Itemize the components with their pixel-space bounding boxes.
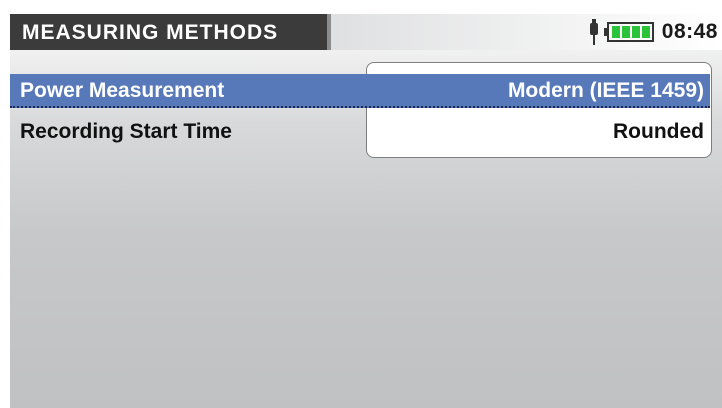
status-area: 08:48 bbox=[588, 14, 718, 50]
clock: 08:48 bbox=[661, 20, 718, 43]
setting-row-power-measurement[interactable]: Power Measurement Modern (IEEE 1459) bbox=[10, 74, 710, 108]
device-screen: MEASURING METHODS 08:48 Power Measuremen… bbox=[10, 14, 722, 408]
screen-title: MEASURING METHODS bbox=[10, 14, 331, 50]
setting-row-recording-start-time[interactable]: Recording Start Time Rounded bbox=[10, 115, 710, 149]
plug-icon bbox=[589, 19, 598, 45]
title-bar: MEASURING METHODS 08:48 bbox=[10, 14, 722, 52]
setting-value[interactable]: Rounded bbox=[613, 115, 704, 149]
setting-label: Recording Start Time bbox=[20, 120, 232, 143]
setting-label: Power Measurement bbox=[20, 79, 225, 102]
battery-icon bbox=[603, 22, 654, 42]
setting-value[interactable]: Modern (IEEE 1459) bbox=[508, 74, 704, 108]
